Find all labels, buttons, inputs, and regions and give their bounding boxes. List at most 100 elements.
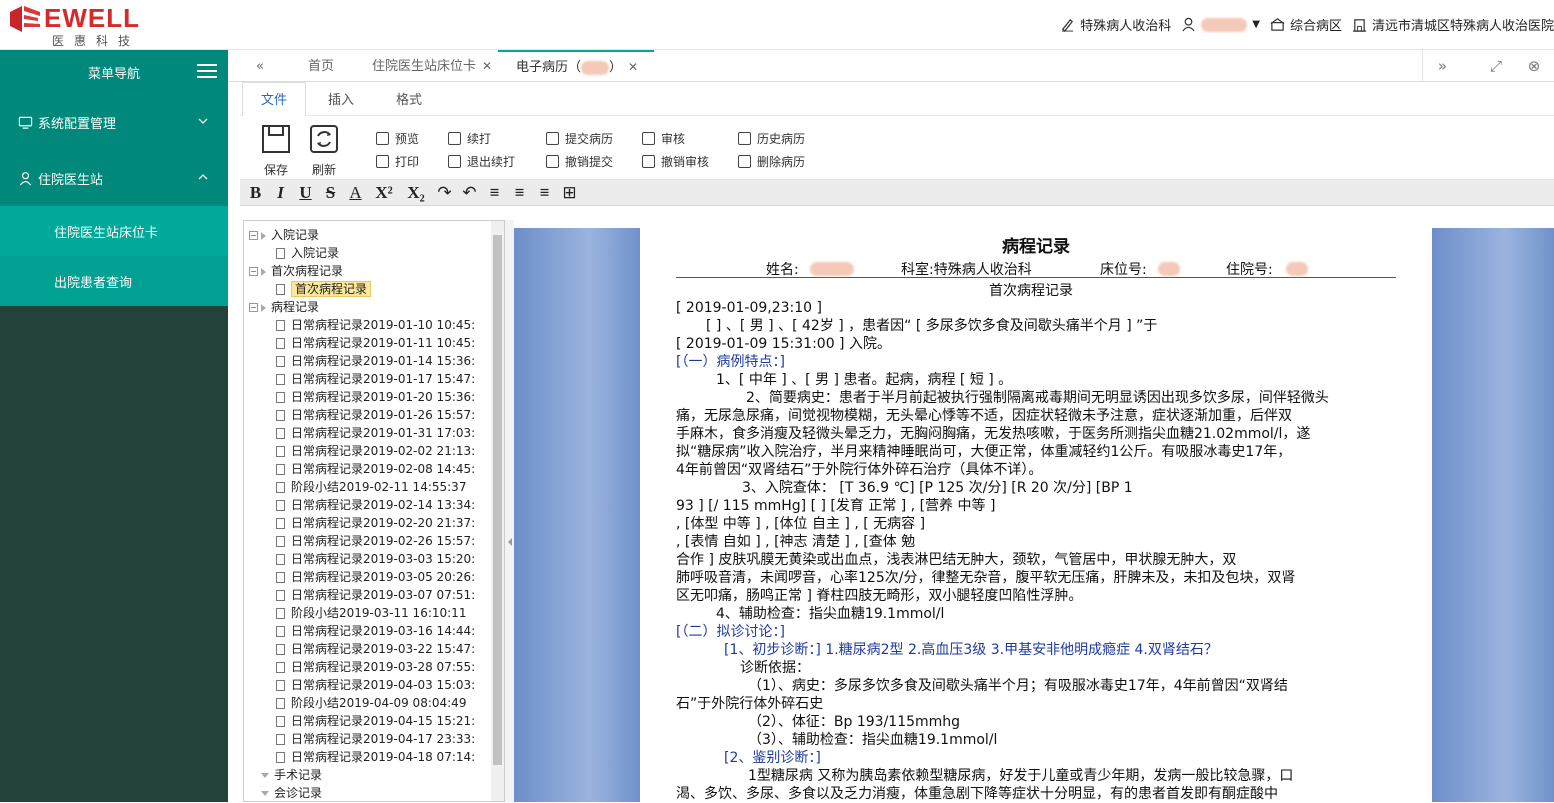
tree-label: 日常病程记录2019-04-18 07:14: <box>291 750 476 764</box>
tab-next-button[interactable]: » <box>1422 50 1462 82</box>
tree-item[interactable]: 日常病程记录2019-03-16 14:44: <box>276 622 475 640</box>
expand-toggle-icon[interactable]: − <box>249 303 258 312</box>
tree-item[interactable]: 日常病程记录2019-03-28 07:55: <box>276 658 475 676</box>
insert-table-icon[interactable]: ⊞ <box>558 181 581 205</box>
logo-text: EWELL <box>44 3 140 33</box>
dept-switch[interactable]: 特殊病人收治科 <box>1060 15 1171 34</box>
tree-item[interactable]: 日常病程记录2019-02-20 21:37: <box>276 514 475 532</box>
tree-folder[interactable]: 会诊记录 <box>249 784 322 801</box>
tree-item[interactable]: 日常病程记录2019-04-03 15:03: <box>276 676 475 694</box>
revoke-submit-button[interactable]: 撤销提交 <box>546 153 613 170</box>
tree-item[interactable]: 日常病程记录2019-03-03 15:20: <box>276 550 475 568</box>
close-icon[interactable]: ✕ <box>628 60 638 74</box>
document-icon <box>276 428 285 439</box>
tree-item[interactable]: 日常病程记录2019-03-07 07:51: <box>276 586 475 604</box>
close-icon[interactable]: ✕ <box>482 59 492 73</box>
tree-item[interactable]: 入院记录 <box>276 244 339 262</box>
document-text-line: 93 ] [/ 115 mmHg] [ ] [发育 正常 ] , [营养 中等 … <box>676 498 996 514</box>
document-text-line: 肺呼吸音清，未闻啰音，心率125次/分，律整无杂音，腹平软无压痛，肝脾未及，未扣… <box>676 570 1296 586</box>
tree-item[interactable]: 日常病程记录2019-02-26 15:57: <box>276 532 475 550</box>
logo-subtitle: 医惠科技 <box>52 34 141 48</box>
close-all-icon[interactable]: ⊗ <box>1514 50 1554 82</box>
tab-label: 首页 <box>308 59 335 74</box>
strikethrough-button[interactable]: S <box>319 181 342 205</box>
history-record-button[interactable]: 历史病历 <box>738 130 805 147</box>
save-icon <box>262 125 290 153</box>
refresh-button[interactable]: 刷新 <box>304 124 344 178</box>
tree-item[interactable]: 日常病程记录2019-04-17 23:33: <box>276 730 475 748</box>
tree-item[interactable]: 日常病程记录2019-01-14 15:36: <box>276 352 475 370</box>
revoke-review-button[interactable]: 撤销审核 <box>642 153 709 170</box>
bold-button[interactable]: B <box>244 181 267 205</box>
tree-item[interactable]: 日常病程记录2019-04-15 15:21: <box>276 712 475 730</box>
save-button[interactable]: 保存 <box>256 124 296 178</box>
tree-item[interactable]: 日常病程记录2019-02-14 13:34: <box>276 496 475 514</box>
tree-item[interactable]: 日常病程记录2019-01-11 10:45: <box>276 334 475 352</box>
ribbon-tab-insert[interactable]: 插入 <box>328 82 354 116</box>
tab-bed-card[interactable]: 住院医生站床位卡 ✕ <box>372 50 492 82</box>
document-icon <box>276 734 285 745</box>
ribbon-tab-format[interactable]: 格式 <box>396 82 422 116</box>
sidebar-group-system-config[interactable]: 系统配置管理 <box>0 94 228 150</box>
preview-button[interactable]: 预览 <box>376 130 419 147</box>
align-right-icon[interactable]: ≡ <box>533 181 556 205</box>
document-page[interactable]: 病程记录 姓名: 科室:特殊病人收治科 床位号: 住院号: 首次病程记录 [ 2… <box>640 228 1432 802</box>
subscript-button[interactable]: X₂ <box>401 181 431 205</box>
tree-item[interactable]: 阶段小结2019-03-11 16:10:11 <box>276 604 466 622</box>
user-menu[interactable]: ▼ <box>1181 17 1260 32</box>
print-button[interactable]: 打印 <box>376 153 419 170</box>
tree-item[interactable]: 日常病程记录2019-02-02 21:13: <box>276 442 475 460</box>
sidebar-item-discharge-query[interactable]: 出院患者查询 <box>0 256 228 306</box>
tree-item[interactable]: 日常病程记录2019-01-26 15:57: <box>276 406 475 424</box>
tree-scrollbar[interactable] <box>491 221 504 801</box>
exit-continue-print-button[interactable]: 退出续打 <box>448 153 515 170</box>
header-user-bar: 特殊病人收治科 ▼ 综合病区 清远市清城区特殊病人收治医院 <box>1060 15 1554 34</box>
delete-record-button[interactable]: 删除病历 <box>738 153 805 170</box>
superscript-button[interactable]: X² <box>369 181 399 205</box>
tree-label: 日常病程记录2019-03-03 15:20: <box>291 552 476 566</box>
tree-item[interactable]: 日常病程记录2019-02-08 14:45: <box>276 460 475 478</box>
sidebar-group-doctor-station[interactable]: 住院医生站 <box>0 150 228 206</box>
italic-button[interactable]: I <box>269 181 292 205</box>
font-color-button[interactable]: A <box>344 181 367 205</box>
tree-item[interactable]: 阶段小结2019-04-09 08:04:49 <box>276 694 466 712</box>
align-center-icon[interactable]: ≡ <box>508 181 531 205</box>
menu-toggle-icon[interactable] <box>197 64 217 79</box>
tree-folder[interactable]: − 病程记录 <box>249 298 319 316</box>
chevron-up-icon <box>198 174 208 180</box>
continue-print-button[interactable]: 续打 <box>448 130 491 147</box>
panel-splitter[interactable] <box>505 220 514 802</box>
sidebar-item-bed-card[interactable]: 住院医生站床位卡 <box>0 206 228 256</box>
tab-prev-button[interactable]: « <box>256 50 264 82</box>
redo-icon[interactable]: ↷ <box>433 181 456 205</box>
tree-item[interactable]: 首次病程记录 <box>276 280 372 298</box>
tree-item[interactable]: 日常病程记录2019-01-17 15:47: <box>276 370 475 388</box>
expand-toggle-icon[interactable]: − <box>249 267 258 276</box>
hospital-switch[interactable]: 清远市清城区特殊病人收治医院 <box>1352 15 1554 34</box>
tree-folder[interactable]: 手术记录 <box>249 766 322 784</box>
tab-home[interactable]: 首页 <box>308 50 334 82</box>
tree-item[interactable]: 日常病程记录2019-01-31 17:03: <box>276 424 475 442</box>
tree-item[interactable]: 日常病程记录2019-03-22 15:47: <box>276 640 475 658</box>
tree-item[interactable]: 阶段小结2019-02-11 14:55:37 <box>276 478 466 496</box>
document-title: 病程记录 <box>1002 237 1070 257</box>
printer-icon <box>448 132 461 145</box>
fullscreen-icon[interactable]: ⤢ <box>1476 50 1516 82</box>
ward-switch[interactable]: 综合病区 <box>1270 15 1342 34</box>
tree-item[interactable]: 日常病程记录2019-04-18 07:14: <box>276 748 475 766</box>
submit-record-button[interactable]: 提交病历 <box>546 130 613 147</box>
tree-folder[interactable]: − 入院记录 <box>249 226 319 244</box>
tree-folder[interactable]: − 首次病程记录 <box>249 262 343 280</box>
undo-icon[interactable]: ↶ <box>458 181 481 205</box>
expand-toggle-icon[interactable]: − <box>249 231 258 240</box>
tree-label: 日常病程记录2019-04-17 23:33: <box>291 732 476 746</box>
tree-item[interactable]: 日常病程记录2019-03-05 20:26: <box>276 568 475 586</box>
ribbon-tab-file[interactable]: 文件 <box>242 82 307 116</box>
tree-item[interactable]: 日常病程记录2019-01-20 15:36: <box>276 388 475 406</box>
tree-scrollbar-thumb[interactable] <box>493 235 502 765</box>
align-left-icon[interactable]: ≡ <box>483 181 506 205</box>
tab-emr[interactable]: 电子病历（ ） ✕ <box>498 50 654 82</box>
review-button[interactable]: 审核 <box>642 130 685 147</box>
underline-button[interactable]: U <box>294 181 317 205</box>
tree-item[interactable]: 日常病程记录2019-01-10 10:45: <box>276 316 475 334</box>
